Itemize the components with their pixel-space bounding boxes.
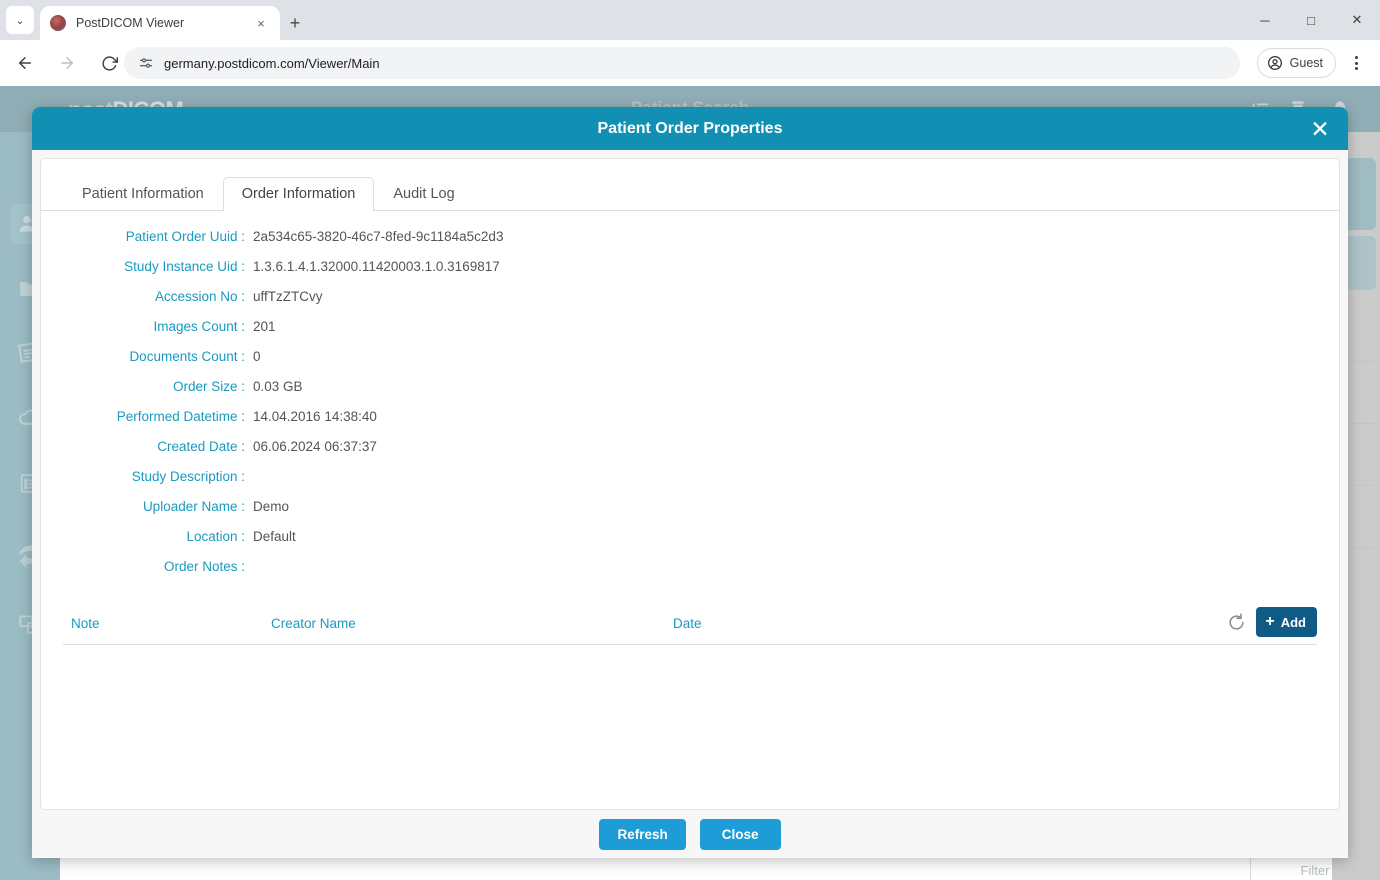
browser-menu-icon[interactable] xyxy=(1342,48,1370,78)
new-tab-button[interactable]: + xyxy=(282,10,308,36)
field-label: Created Date : xyxy=(41,439,253,454)
browser-tab[interactable]: PostDICOM Viewer × xyxy=(40,6,280,40)
field-order-notes: Order Notes : xyxy=(41,559,1339,589)
field-value: 0.03 GB xyxy=(253,379,303,394)
browser-tabstrip: ⌄ PostDICOM Viewer × + ─ □ ✕ xyxy=(0,0,1380,40)
dialog-title: Patient Order Properties xyxy=(598,120,783,138)
field-label: Order Size : xyxy=(41,379,253,394)
field-documents-count: Documents Count : 0 xyxy=(41,349,1339,379)
field-label: Performed Datetime : xyxy=(41,409,253,424)
field-accession-no: Accession No : uffTzZTCvy xyxy=(41,289,1339,319)
field-images-count: Images Count : 201 xyxy=(41,319,1339,349)
address-bar-url: germany.postdicom.com/Viewer/Main xyxy=(164,56,380,71)
field-uploader-name: Uploader Name : Demo xyxy=(41,499,1339,529)
forward-icon xyxy=(50,46,84,80)
browser-toolbar: germany.postdicom.com/Viewer/Main Guest xyxy=(0,40,1380,86)
field-label: Order Notes : xyxy=(41,559,253,574)
order-notes-table-header: Note Creator Name Date + Add xyxy=(63,603,1317,645)
close-icon[interactable]: × xyxy=(252,14,270,32)
field-created-date: Created Date : 06.06.2024 06:37:37 xyxy=(41,439,1339,469)
field-value: 0 xyxy=(253,349,261,364)
close-icon[interactable]: ✕ xyxy=(1306,115,1334,143)
reload-icon[interactable] xyxy=(92,46,126,80)
field-study-description: Study Description : xyxy=(41,469,1339,499)
refresh-icon[interactable] xyxy=(1227,613,1246,632)
chevron-down-icon: ⌄ xyxy=(15,14,24,27)
close-button[interactable]: Close xyxy=(700,819,781,850)
field-value: Default xyxy=(253,529,296,544)
back-icon[interactable] xyxy=(8,46,42,80)
tab-search-button[interactable]: ⌄ xyxy=(6,6,34,34)
field-label: Accession No : xyxy=(41,289,253,304)
field-label: Study Description : xyxy=(41,469,253,484)
add-note-button[interactable]: + Add xyxy=(1256,607,1317,637)
field-patient-order-uuid: Patient Order Uuid : 2a534c65-3820-46c7-… xyxy=(41,229,1339,259)
patient-order-properties-dialog: Patient Order Properties ✕ Patient Infor… xyxy=(32,107,1348,858)
field-value: 1.3.6.1.4.1.32000.11420003.1.0.3169817 xyxy=(253,259,500,274)
column-header-creator-name: Creator Name xyxy=(271,616,356,631)
field-value: 14.04.2016 14:38:40 xyxy=(253,409,377,424)
browser-tab-title: PostDICOM Viewer xyxy=(76,16,252,30)
dialog-tabs: Patient Information Order Information Au… xyxy=(41,159,1339,211)
tab-order-information[interactable]: Order Information xyxy=(223,177,375,212)
field-value: 2a534c65-3820-46c7-8fed-9c1184a5c2d3 xyxy=(253,229,503,244)
postdicom-favicon xyxy=(50,15,66,31)
field-label: Patient Order Uuid : xyxy=(41,229,253,244)
maximize-icon[interactable]: □ xyxy=(1288,0,1334,40)
field-value: 201 xyxy=(253,319,276,334)
field-order-size: Order Size : 0.03 GB xyxy=(41,379,1339,409)
order-notes-actions: + Add xyxy=(1227,607,1317,637)
field-value: uffTzZTCvy xyxy=(253,289,323,304)
window-close-icon[interactable]: ✕ xyxy=(1334,0,1380,40)
order-information-fields: Patient Order Uuid : 2a534c65-3820-46c7-… xyxy=(41,211,1339,589)
window-controls: ─ □ ✕ xyxy=(1242,0,1380,40)
dialog-footer: Refresh Close xyxy=(32,810,1348,858)
user-icon xyxy=(1267,55,1283,71)
field-label: Location : xyxy=(41,529,253,544)
tab-audit-log[interactable]: Audit Log xyxy=(374,177,473,212)
profile-button[interactable]: Guest xyxy=(1257,48,1336,78)
field-study-instance-uid: Study Instance Uid : 1.3.6.1.4.1.32000.1… xyxy=(41,259,1339,289)
dialog-header: Patient Order Properties ✕ xyxy=(32,107,1348,150)
field-label: Study Instance Uid : xyxy=(41,259,253,274)
address-bar[interactable]: germany.postdicom.com/Viewer/Main xyxy=(124,47,1240,79)
order-notes-table: Note Creator Name Date + Add xyxy=(63,603,1317,645)
field-value: 06.06.2024 06:37:37 xyxy=(253,439,377,454)
field-location: Location : Default xyxy=(41,529,1339,559)
browser-window: ⌄ PostDICOM Viewer × + ─ □ ✕ germany.p xyxy=(0,0,1380,880)
add-note-button-label: Add xyxy=(1281,615,1306,630)
refresh-button[interactable]: Refresh xyxy=(599,819,685,850)
dialog-body: Patient Information Order Information Au… xyxy=(40,158,1340,810)
field-label: Images Count : xyxy=(41,319,253,334)
site-settings-icon[interactable] xyxy=(138,55,154,71)
column-header-date: Date xyxy=(673,616,702,631)
minimize-icon[interactable]: ─ xyxy=(1242,0,1288,40)
column-header-note: Note xyxy=(71,616,100,631)
profile-label: Guest xyxy=(1290,56,1323,70)
plus-icon: + xyxy=(1265,614,1274,630)
field-label: Documents Count : xyxy=(41,349,253,364)
field-value: Demo xyxy=(253,499,289,514)
tab-patient-information[interactable]: Patient Information xyxy=(63,177,223,212)
field-label: Uploader Name : xyxy=(41,499,253,514)
field-performed-datetime: Performed Datetime : 14.04.2016 14:38:40 xyxy=(41,409,1339,439)
